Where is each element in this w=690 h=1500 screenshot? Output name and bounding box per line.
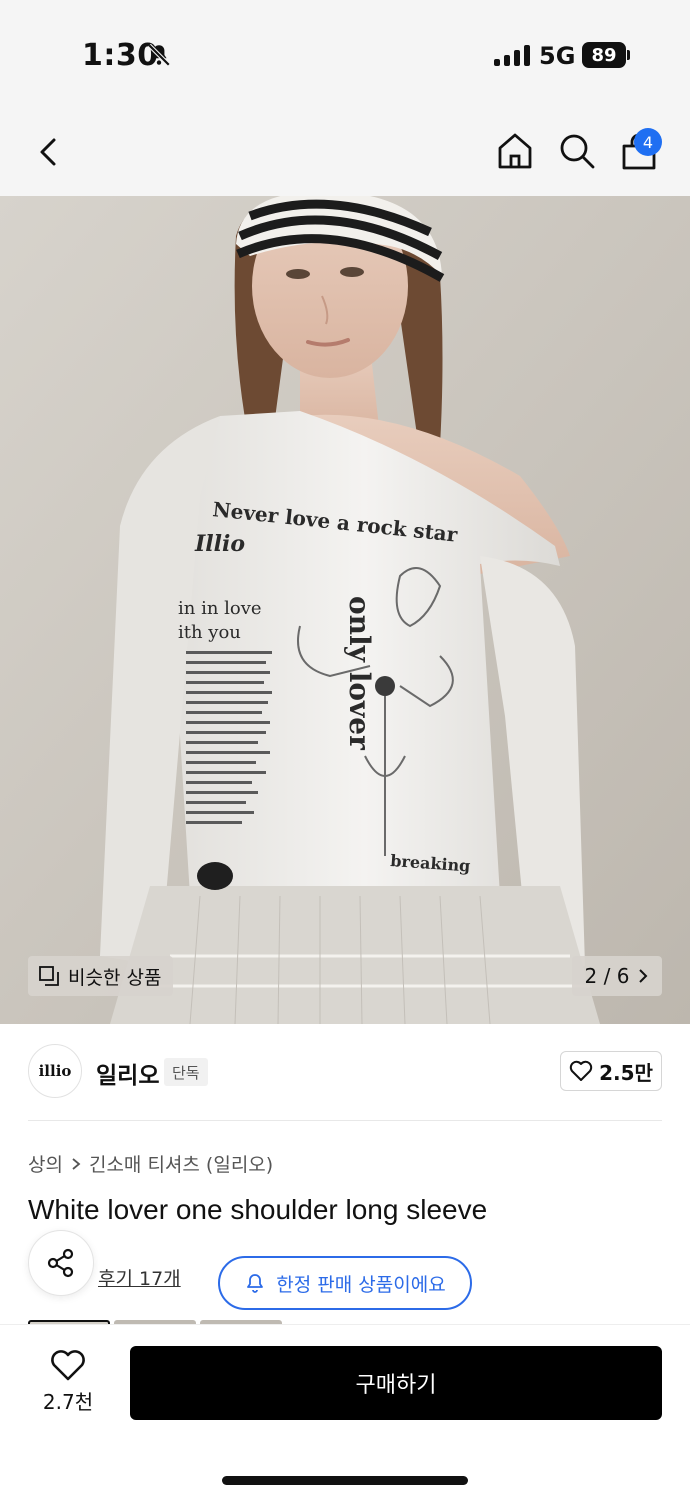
brand-logo-text: illio — [38, 1061, 72, 1080]
status-bar: 1:30 5G 89 — [0, 0, 690, 110]
home-indicator — [222, 1476, 468, 1485]
similar-icon — [39, 966, 59, 986]
breadcrumb: 상의 긴소매 티셔츠 (일리오) — [28, 1150, 273, 1177]
divider — [28, 1120, 662, 1121]
print-line-4: ith you — [178, 622, 241, 643]
heart-icon — [51, 1350, 85, 1381]
heart-icon — [569, 1060, 593, 1081]
breadcrumb-category[interactable]: 상의 — [28, 1150, 63, 1177]
share-icon — [47, 1248, 74, 1278]
limited-sale-notice[interactable]: 한정 판매 상품이에요 — [218, 1256, 472, 1310]
signal-icon — [494, 44, 530, 66]
top-nav: 4 — [0, 110, 690, 196]
reviews-link[interactable]: 후기 17개 — [98, 1264, 181, 1291]
share-button[interactable] — [28, 1230, 94, 1296]
brand-like-button[interactable]: 2.5만 — [560, 1051, 662, 1091]
buy-button[interactable]: 구매하기 — [130, 1346, 662, 1420]
brand-name[interactable]: 일리오 — [96, 1056, 159, 1090]
cart-count-badge: 4 — [634, 128, 662, 156]
product-photo: Never love a rock star Illio in in love … — [0, 196, 690, 1024]
bell-slash-icon — [147, 43, 171, 67]
exclusive-badge: 단독 — [164, 1058, 208, 1086]
print-line-3: in in love — [178, 598, 262, 619]
search-icon[interactable] — [556, 130, 598, 172]
print-line-2: Illio — [194, 531, 245, 557]
similar-products-button[interactable]: 비슷한 상품 — [28, 956, 174, 996]
back-icon[interactable] — [30, 132, 70, 172]
product-image-gallery[interactable]: Never love a rock star Illio in in love … — [0, 196, 690, 1024]
battery-icon: 89 — [582, 42, 626, 68]
chevron-right-icon — [72, 1157, 81, 1170]
network-type: 5G — [539, 42, 576, 70]
gallery-page-indicator[interactable]: 2 / 6 — [572, 956, 662, 996]
wishlist-count: 2.7천 — [42, 1390, 94, 1414]
print-line-5: only lover — [343, 596, 376, 751]
page-indicator-text: 2 / 6 — [584, 964, 630, 988]
brand-logo[interactable]: illio — [28, 1044, 82, 1098]
breadcrumb-subcategory[interactable]: 긴소매 티셔츠 (일리오) — [89, 1150, 273, 1177]
chevron-right-icon — [639, 969, 648, 983]
product-title: White lover one shoulder long sleeve — [28, 1194, 488, 1225]
similar-products-label: 비슷한 상품 — [68, 966, 162, 989]
home-icon[interactable] — [494, 130, 536, 172]
battery-tip — [627, 50, 630, 60]
wishlist-button[interactable]: 2.7천 — [28, 1348, 108, 1415]
brand-like-count: 2.5만 — [599, 1060, 653, 1085]
limited-sale-label: 한정 판매 상품이에요 — [276, 1273, 446, 1296]
bell-icon — [247, 1274, 264, 1293]
